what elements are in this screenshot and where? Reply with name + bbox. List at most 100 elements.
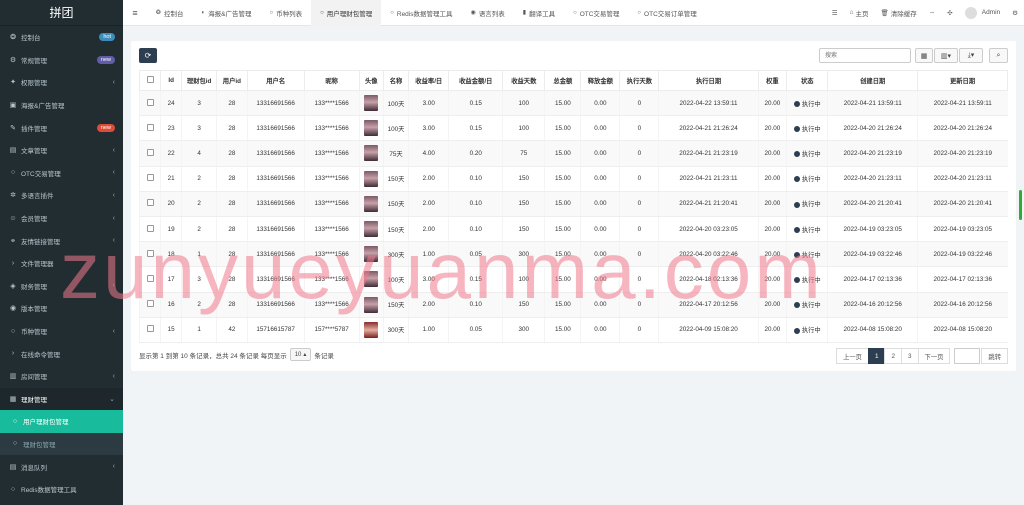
tab[interactable]: ◉ 语言列表: [462, 0, 514, 26]
tab[interactable]: ▮ 翻译工具: [514, 0, 564, 26]
sidebar-item[interactable]: ○ 理财包管理: [0, 432, 123, 456]
column-header[interactable]: 名称: [382, 70, 410, 91]
jump-button[interactable]: 跳转: [981, 348, 1008, 364]
column-header[interactable]: 用户id: [216, 70, 248, 91]
table-row[interactable]: 23 3 28 13316691566 133****1566 100天 3.00 0.15 1…: [138, 115, 1008, 142]
tab[interactable]: ○ 币种列表: [261, 0, 312, 26]
table-row[interactable]: 21 2 28 13316691566 133****1566 150天 2.00 0.10 1…: [138, 166, 1008, 192]
column-header[interactable]: 更新日期: [917, 70, 1008, 91]
table-row[interactable]: 20 2 28 13316691566 133****1566 150天 2.00 0.10 1…: [138, 191, 1008, 217]
sidebar-item[interactable]: ◈ 财务管理 ‹: [0, 275, 123, 298]
column-header[interactable]: 收益率/日: [408, 70, 450, 91]
row-checkbox[interactable]: [146, 300, 154, 308]
sidebar-item[interactable]: ▥ 房间管理 ‹: [0, 365, 123, 388]
row-checkbox[interactable]: [146, 274, 154, 282]
toggle-view-button[interactable]: ▦: [915, 48, 933, 63]
next-page-button[interactable]: 下一页: [917, 348, 951, 364]
layout-icon[interactable]: ⇔: [923, 0, 942, 26]
sidebar-item[interactable]: › 文件管理器: [0, 252, 123, 275]
sidebar-item[interactable]: ◉ 版本管理: [0, 297, 123, 320]
tab[interactable]: ○ 用户理财包管理: [311, 0, 382, 26]
column-header[interactable]: 收益天数: [502, 70, 546, 91]
sidebar-item[interactable]: ▤ 消息队列 ‹: [0, 455, 123, 478]
column-header[interactable]: Id: [160, 70, 183, 91]
table-row[interactable]: 24 3 28 13316691566 133****1566 100天 3.00 0.15 1…: [138, 90, 1008, 117]
table-row[interactable]: 18 1 28 13316691566 133****1566 300天 1.00 0.05 3…: [138, 241, 1008, 268]
column-header[interactable]: 释放金额: [580, 70, 621, 91]
sidebar-item[interactable]: › 在线命令管理: [0, 342, 123, 365]
jump-page-input[interactable]: [954, 348, 981, 364]
sidebar-item[interactable]: ✲ 多语言插件 ‹: [0, 184, 123, 207]
avatar-image[interactable]: [364, 195, 379, 212]
avatar-image[interactable]: [364, 95, 379, 112]
column-header[interactable]: 收益金额/日: [448, 70, 504, 91]
row-checkbox[interactable]: [146, 199, 154, 207]
avatar-image[interactable]: [364, 120, 379, 137]
clear-cache-button[interactable]: 🗑 清除缓存: [875, 0, 923, 26]
column-header[interactable]: 执行日期: [658, 70, 759, 91]
export-button[interactable]: ⤓▾: [959, 48, 983, 63]
sidebar-item[interactable]: ▣ 海报&广告管理: [0, 94, 123, 117]
column-header[interactable]: 状态: [786, 70, 829, 91]
settings-icon[interactable]: ⚙: [1006, 0, 1024, 26]
menu-toggle-icon[interactable]: ☰: [826, 0, 844, 26]
row-checkbox[interactable]: [146, 224, 154, 232]
columns-button[interactable]: ▥▾: [934, 48, 958, 63]
table-row[interactable]: 22 4 28 13316691566 133****1566 75天 4.00 0.20 75…: [138, 140, 1008, 167]
sidebar-item[interactable]: ✎ 插件管理 new: [0, 116, 123, 139]
sidebar-item[interactable]: ⚙ 常规管理 new: [0, 49, 123, 72]
row-checkbox[interactable]: [146, 174, 154, 182]
table-row[interactable]: 17 3 28 13316691566 133****1566 100天 3.00 0.15 1…: [138, 266, 1008, 293]
advanced-search-button[interactable]: ⌕: [989, 48, 1008, 63]
sidebar-item[interactable]: ▦ 理财管理 ⌄: [0, 387, 123, 411]
avatar-image[interactable]: [364, 321, 379, 338]
select-all-checkbox[interactable]: [146, 76, 154, 83]
tab[interactable]: ◐ 海报&广告管理: [193, 0, 261, 26]
sidebar-item[interactable]: ○ 用户理财包管理: [0, 410, 123, 433]
row-checkbox[interactable]: [146, 148, 154, 156]
table-row[interactable]: 19 2 28 13316691566 133****1566 150天 2.00 0.10 1…: [138, 216, 1008, 243]
fullscreen-icon[interactable]: ✣: [941, 0, 958, 26]
table-row[interactable]: 16 2 28 13316691566 133****1566 150天 2.00 0.10 1…: [138, 292, 1008, 318]
avatar-image[interactable]: [364, 221, 379, 238]
tab[interactable]: ○ OTC交易订单管理: [628, 0, 705, 26]
row-checkbox[interactable]: [146, 123, 154, 131]
column-header[interactable]: 昵称: [303, 70, 360, 91]
column-header[interactable]: 权重: [757, 70, 788, 91]
prev-page-button[interactable]: 上一页: [836, 348, 869, 364]
sidebar-toggle-icon[interactable]: ≡: [123, 8, 147, 18]
avatar-image[interactable]: [364, 170, 379, 187]
sidebar-item[interactable]: ✦ 权限管理 ‹: [0, 71, 123, 94]
tab[interactable]: ○ OTC交易管理: [564, 0, 628, 26]
tab[interactable]: ❂ 控制台: [147, 0, 193, 26]
column-header[interactable]: 创建日期: [827, 70, 919, 91]
sidebar-item[interactable]: ❂ 控制台 hot: [0, 26, 123, 49]
column-header[interactable]: 用户名: [246, 70, 305, 91]
avatar-image[interactable]: [364, 296, 379, 313]
search-input[interactable]: [819, 48, 911, 63]
sidebar-item[interactable]: ○ Redis数据管理工具: [0, 478, 123, 501]
sidebar-item[interactable]: ○ OTC交易管理 ‹: [0, 162, 123, 185]
sidebar-item[interactable]: ○ 币种管理 ‹: [0, 320, 123, 343]
table-row[interactable]: 15 1 42 15716615787 157****5787 300天 1.00 0.05 3…: [138, 317, 1008, 343]
column-header[interactable]: 总金额: [544, 70, 582, 91]
user-menu[interactable]: Admin: [959, 0, 1006, 26]
avatar-image[interactable]: [364, 246, 379, 263]
row-checkbox[interactable]: [146, 98, 154, 106]
page-3-button[interactable]: 3: [901, 348, 919, 364]
column-header[interactable]: 执行天数: [619, 70, 660, 91]
sidebar-item[interactable]: ▤ 文章管理 ‹: [0, 139, 123, 162]
sidebar-item[interactable]: ⚭ 友情链接管理 ‹: [0, 229, 123, 252]
column-header[interactable]: 头像: [358, 70, 384, 91]
refresh-button[interactable]: ⟳: [139, 48, 157, 63]
sidebar-item[interactable]: ☺ 会员管理 ‹: [0, 207, 123, 230]
brand-logo[interactable]: 拼团: [0, 0, 123, 26]
row-checkbox[interactable]: [146, 325, 154, 333]
avatar-image[interactable]: [364, 145, 379, 162]
page-1-button[interactable]: 1: [867, 348, 886, 364]
page-size-select[interactable]: 10 ▴: [289, 348, 312, 361]
tab[interactable]: ○ Redis数据管理工具: [381, 0, 461, 26]
row-checkbox[interactable]: [146, 249, 154, 257]
column-header[interactable]: 理财包id: [181, 70, 218, 91]
page-2-button[interactable]: 2: [884, 348, 902, 364]
